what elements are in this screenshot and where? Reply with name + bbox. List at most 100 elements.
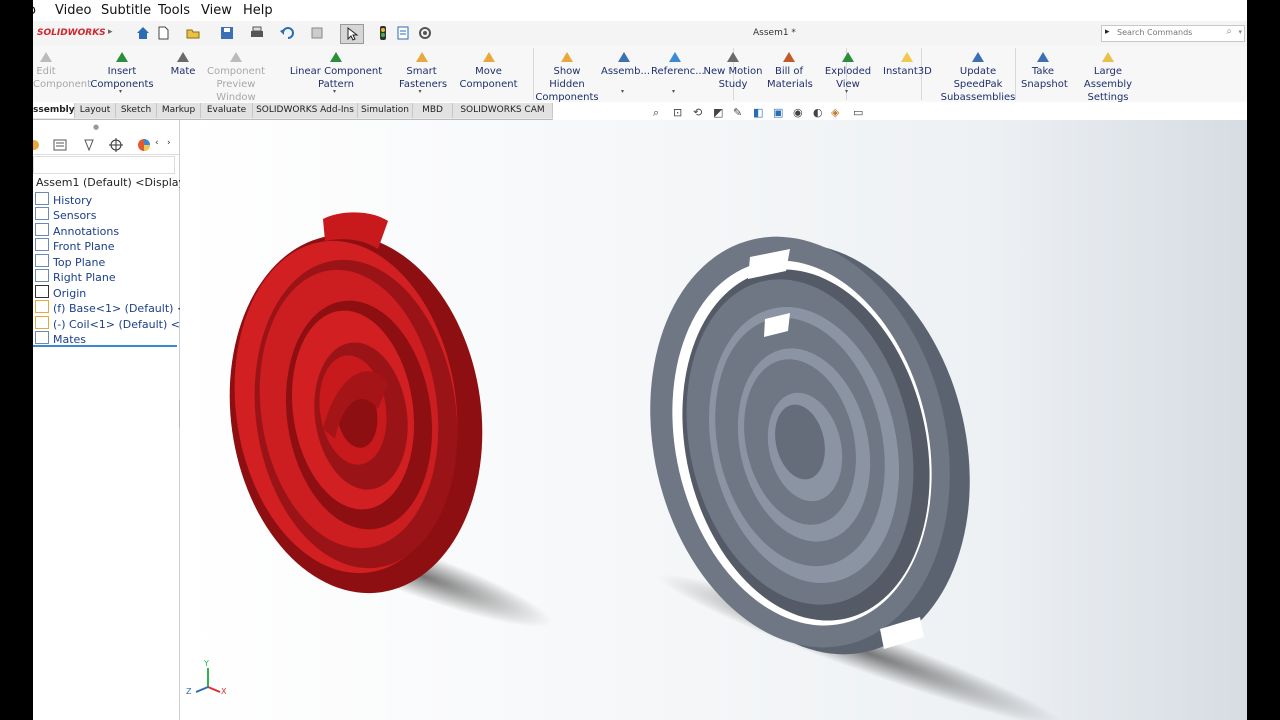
chevron-down-icon[interactable]: ▾ — [419, 85, 422, 98]
open-folder-icon[interactable] — [185, 25, 201, 41]
tree-filter-input[interactable] — [33, 156, 175, 174]
file-properties-icon[interactable] — [395, 25, 411, 41]
tree-item-label: Right Plane — [53, 271, 116, 284]
graphics-area[interactable]: Y Z X — [180, 120, 1247, 720]
command-manager-tabs: ssembly Layout Sketch Markup Evaluate SOLIDWO… — [33, 103, 553, 120]
property-manager-icon[interactable] — [53, 138, 67, 152]
chevron-down-icon[interactable]: ▾ — [119, 85, 122, 98]
view-orientation-icon[interactable]: ◧ — [753, 106, 763, 119]
tree-item-annotations[interactable]: Annotations — [35, 223, 119, 238]
menu-item-view[interactable]: View — [201, 3, 232, 18]
print-icon[interactable] — [249, 25, 265, 41]
tree-item-sensors[interactable]: Sensors — [35, 207, 96, 222]
tree-item-coil-1-default-d[interactable]: (-) Coil<1> (Default) <<D — [35, 316, 198, 331]
display-manager-icon[interactable] — [137, 138, 151, 152]
feature-manager-icon[interactable] — [33, 138, 41, 152]
large-assembly-settings-button[interactable]: Large Assembly Settings — [1070, 46, 1146, 103]
new-document-icon[interactable] — [155, 25, 171, 41]
menu-item-tools[interactable]: Tools — [158, 3, 190, 18]
tree-item-right-plane[interactable]: Right Plane — [35, 269, 116, 284]
panel-grip-icon[interactable]: ● — [93, 123, 99, 131]
tree-item-front-plane[interactable]: Front Plane — [35, 238, 115, 253]
traffic-light-icon[interactable] — [375, 25, 391, 41]
rollback-bar[interactable] — [33, 345, 177, 347]
exploded-view-button[interactable]: Exploded View ▾ — [816, 46, 880, 102]
tab-sketch[interactable]: Sketch — [116, 103, 157, 118]
title-bar: SOLIDWORKS ▸ Assem1 * ▸ Search Commands … — [33, 21, 1247, 47]
dimxpert-icon[interactable] — [109, 138, 123, 152]
chevron-down-icon[interactable]: ▾ — [845, 85, 848, 98]
tree-item-assem1-default-display-st[interactable]: Assem1 (Default) <Display St — [36, 176, 200, 191]
section-view-icon[interactable]: ◩ — [713, 106, 723, 119]
chevron-down-icon[interactable]: ▾ — [333, 85, 336, 98]
large-assembly-settings-label: Large Assembly Settings — [1083, 66, 1133, 103]
mate-button[interactable]: Mate — [169, 46, 197, 102]
insert-components-button[interactable]: Insert Components ▾ — [78, 46, 166, 102]
tree-item-label: Sensors — [53, 209, 97, 222]
instant3d-button[interactable]: Instant3D — [883, 46, 932, 102]
gear-icon[interactable] — [417, 25, 433, 41]
display-style-icon[interactable]: ▣ — [773, 106, 783, 119]
edit-component-icon — [40, 52, 52, 62]
component-preview-window-icon — [230, 52, 242, 62]
zoom-area-icon[interactable]: ⊡ — [673, 106, 682, 119]
menu-item-video[interactable]: Video — [55, 3, 91, 18]
assemb-button[interactable]: Assemb... ▾ — [601, 46, 650, 102]
tab-ssembly[interactable]: ssembly — [33, 103, 75, 118]
bill-of-materials-button[interactable]: Bill of Materials — [767, 46, 813, 102]
tab-simulation[interactable]: Simulation — [358, 103, 413, 118]
tab-markup[interactable]: Markup — [157, 103, 201, 118]
chevron-down-icon[interactable]: ▾ — [672, 85, 675, 98]
move-component-button[interactable]: Move Component — [446, 46, 531, 102]
smart-fasteners-button[interactable]: Smart Fasteners ▾ — [399, 46, 448, 102]
ribbon-separator — [533, 48, 534, 100]
show-hidden-components-button[interactable]: Show Hidden Components — [535, 46, 599, 103]
hide-show-items-icon[interactable]: ◉ — [793, 106, 803, 119]
tree-item-f-base-1-default-d[interactable]: (f) Base<1> (Default) <<D — [35, 300, 204, 315]
menu-item-help[interactable]: Help — [243, 3, 273, 18]
search-commands-field[interactable]: ▸ Search Commands ⌕ ▾ — [1101, 25, 1245, 42]
save-icon[interactable] — [219, 25, 235, 41]
tab-mbd[interactable]: MBD — [413, 103, 453, 118]
chevron-left-icon[interactable]: ‹ — [155, 138, 159, 148]
home-icon[interactable] — [135, 25, 151, 41]
rebuild-icon[interactable] — [309, 25, 325, 41]
chevron-down-icon[interactable]: ▾ — [1238, 28, 1242, 36]
show-hidden-components-icon — [561, 52, 573, 62]
chevron-down-icon[interactable]: ▾ — [621, 85, 624, 98]
tab-evaluate[interactable]: Evaluate — [201, 103, 253, 118]
tab-solidworks-cam[interactable]: SOLIDWORKS CAM — [453, 103, 553, 118]
configuration-manager-icon[interactable] — [82, 138, 96, 152]
take-snapshot-button[interactable]: Take Snapshot — [1021, 46, 1068, 102]
command-manager-ribbon: Edit Component Insert Components ▾ Mate Comp… — [33, 46, 1247, 103]
tree-item-top-plane[interactable]: Top Plane — [35, 254, 105, 269]
edit-appearance-icon[interactable]: ◐ — [813, 106, 823, 119]
new-motion-study-button[interactable]: New Motion Study — [701, 46, 765, 102]
update-speedpak-subassemblies-button[interactable]: Update SpeedPak Subassemblies — [938, 46, 1018, 103]
referenc-button[interactable]: Referenc... ▾ — [651, 46, 705, 102]
edit-component-button[interactable]: Edit Component — [33, 46, 91, 102]
zoom-to-fit-icon[interactable]: ⌕ — [653, 106, 659, 120]
dynamic-annotation-icon[interactable]: ✎ — [733, 106, 742, 119]
tree-item-origin[interactable]: Origin — [35, 285, 86, 300]
tab-solidworks-add-ins[interactable]: SOLIDWORKS Add-Ins — [253, 103, 358, 118]
logo-expand-arrow-icon[interactable]: ▸ — [108, 27, 113, 37]
component-preview-window-button[interactable]: Component Preview Window — [198, 46, 274, 103]
menu-item-o[interactable]: o — [33, 3, 36, 18]
undo-icon[interactable] — [279, 25, 295, 41]
tab-layout[interactable]: Layout — [75, 103, 116, 118]
apply-scene-icon[interactable]: ◈ — [831, 106, 839, 119]
view-settings-icon[interactable]: ▭ — [853, 106, 863, 119]
smart-fasteners-label: Smart Fasteners — [399, 66, 448, 90]
previous-view-icon[interactable]: ⟲ — [693, 106, 702, 119]
document-title: Assem1 * — [753, 28, 796, 38]
take-snapshot-label: Take Snapshot — [1021, 66, 1068, 90]
tree-item-mates[interactable]: Mates — [35, 331, 86, 346]
tree-item-history[interactable]: History — [35, 192, 92, 207]
part-icon — [35, 316, 49, 329]
chevron-right-icon[interactable]: › — [167, 138, 171, 148]
menu-item-subtitle[interactable]: Subtitle — [101, 3, 151, 18]
search-icon[interactable]: ⌕ — [1226, 26, 1232, 37]
select-tool-button[interactable] — [340, 24, 364, 44]
linear-component-pattern-button[interactable]: Linear Component Pattern ▾ — [276, 46, 396, 102]
